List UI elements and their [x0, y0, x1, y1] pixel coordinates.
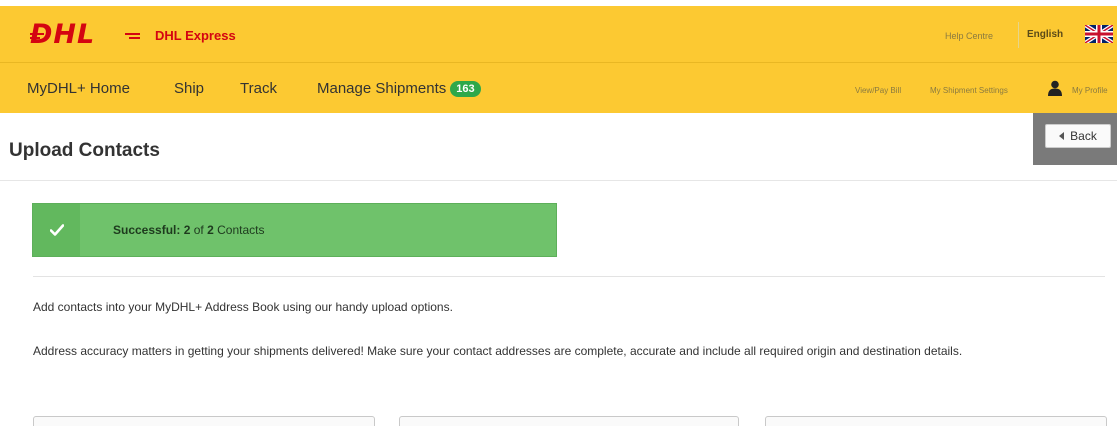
success-of: of — [193, 223, 204, 237]
accuracy-text: Address accuracy matters in getting your… — [33, 344, 963, 358]
top-brand-bar: DHL DHL Express Help Centre English — [0, 6, 1117, 62]
success-banner: Successful: 2 of 2 Contacts — [32, 203, 557, 257]
my-profile-link[interactable]: My Profile — [1072, 86, 1108, 95]
success-count: 2 — [183, 223, 191, 237]
back-panel: Back — [1033, 113, 1117, 165]
user-icon — [1048, 80, 1062, 96]
success-suffix: Contacts — [217, 223, 265, 237]
success-message: Successful: 2 of 2 Contacts — [113, 223, 264, 237]
back-button-label: Back — [1070, 129, 1097, 143]
uk-flag-icon[interactable] — [1085, 25, 1113, 43]
main-nav: MyDHL+ Home Ship Track Manage Shipments 1… — [0, 62, 1117, 113]
logo-stripes-icon — [30, 33, 140, 39]
upload-option-card[interactable] — [399, 416, 739, 426]
nav-item-label: Manage Shipments — [317, 80, 447, 97]
nav-item-track[interactable]: Track — [240, 80, 277, 97]
upload-option-card[interactable] — [765, 416, 1107, 426]
back-button[interactable]: Back — [1045, 124, 1111, 148]
nav-item-manage-shipments[interactable]: Manage Shipments 163 — [317, 80, 481, 97]
content-divider — [33, 276, 1105, 277]
nav-item-home[interactable]: MyDHL+ Home — [27, 80, 130, 97]
help-centre-link[interactable]: Help Centre — [945, 31, 993, 41]
header-divider — [0, 180, 1117, 181]
nav-item-ship[interactable]: Ship — [174, 80, 204, 97]
chevron-left-icon — [1059, 132, 1065, 140]
shipment-count-badge: 163 — [450, 81, 481, 97]
success-total: 2 — [207, 223, 214, 237]
success-prefix: Successful: — [113, 223, 181, 237]
view-pay-bill-link[interactable]: View/Pay Bill — [855, 86, 901, 95]
brand-title: DHL Express — [155, 28, 236, 43]
page-title: Upload Contacts — [9, 140, 160, 161]
intro-text: Add contacts into your MyDHL+ Address Bo… — [33, 300, 453, 314]
upload-option-card[interactable] — [33, 416, 375, 426]
shipment-settings-link[interactable]: My Shipment Settings — [930, 86, 1008, 95]
divider — [1018, 22, 1019, 48]
language-selector[interactable]: English — [1027, 29, 1063, 40]
check-icon — [33, 204, 80, 256]
dhl-logo[interactable]: DHL — [30, 20, 140, 50]
